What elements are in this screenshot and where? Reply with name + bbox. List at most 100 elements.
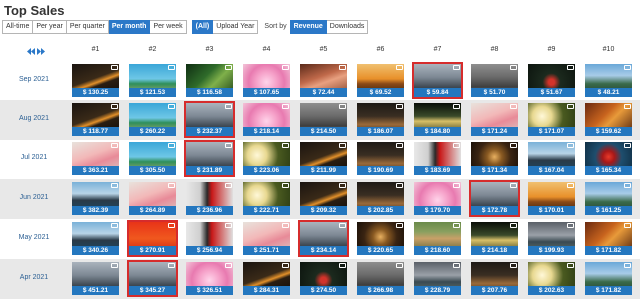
media-type-icon <box>111 143 118 148</box>
sale-thumbnail[interactable]: $ 107.65 <box>241 62 292 99</box>
upload-year-button[interactable]: Upload Year <box>213 19 259 34</box>
sale-thumbnail[interactable]: $ 274.50 <box>298 260 349 297</box>
sale-thumbnail[interactable]: $ 326.51 <box>184 260 235 297</box>
sale-thumbnail[interactable]: $ 451.21 <box>70 260 121 297</box>
sale-thumbnail[interactable]: $ 183.69 <box>412 140 463 177</box>
revenue-label: $ 159.62 <box>585 127 632 136</box>
revenue-label: $ 165.34 <box>585 166 632 175</box>
sale-thumbnail[interactable]: $ 231.89 <box>184 140 235 177</box>
sale-thumbnail[interactable]: $ 214.18 <box>469 220 520 257</box>
sale-thumbnail[interactable]: $ 270.91 <box>127 220 178 257</box>
sale-thumbnail[interactable]: $ 190.69 <box>355 140 406 177</box>
sale-thumbnail[interactable]: $ 167.04 <box>526 140 577 177</box>
sale-thumbnail[interactable]: $ 218.60 <box>412 220 463 257</box>
period-per-year-button[interactable]: Per year <box>33 19 67 34</box>
sale-thumbnail[interactable]: $ 228.79 <box>412 260 463 297</box>
period-per-quarter-button[interactable]: Per quarter <box>66 19 109 34</box>
sale-thumbnail[interactable]: $ 305.50 <box>127 140 178 177</box>
sort-revenue-button[interactable]: Revenue <box>289 19 327 34</box>
rank-header-10: #10 <box>602 46 615 53</box>
sale-thumbnail[interactable]: $ 59.84 <box>412 62 463 99</box>
rank-header-7: #7 <box>433 46 442 53</box>
sale-thumbnail[interactable]: $ 184.80 <box>412 101 463 138</box>
media-type-icon <box>624 183 631 188</box>
sort-downloads-button[interactable]: Downloads <box>326 19 369 34</box>
revenue-label: $ 186.07 <box>357 127 404 136</box>
media-type-icon <box>282 263 289 268</box>
revenue-label: $ 48.21 <box>585 88 632 97</box>
sale-thumbnail[interactable]: $ 251.71 <box>241 220 292 257</box>
sale-thumbnail[interactable]: $ 284.31 <box>241 260 292 297</box>
revenue-label: $ 190.69 <box>357 166 404 175</box>
revenue-label: $ 345.27 <box>129 286 176 295</box>
revenue-label: $ 199.93 <box>528 246 575 255</box>
sale-thumbnail[interactable]: $ 130.25 <box>70 62 121 99</box>
media-type-icon <box>396 104 403 109</box>
sale-thumbnail[interactable]: $ 382.39 <box>70 180 121 217</box>
sale-thumbnail[interactable]: $ 214.50 <box>298 101 349 138</box>
period-per-week-button[interactable]: Per week <box>150 19 187 34</box>
sale-thumbnail[interactable]: $ 264.89 <box>127 180 178 217</box>
sale-thumbnail[interactable]: $ 211.99 <box>298 140 349 177</box>
sale-thumbnail[interactable]: $ 48.21 <box>583 62 634 99</box>
period-per-month-button[interactable]: Per month <box>108 19 151 34</box>
sale-thumbnail[interactable]: $ 69.52 <box>355 62 406 99</box>
sale-thumbnail[interactable]: $ 72.44 <box>298 62 349 99</box>
sale-thumbnail[interactable]: $ 121.53 <box>127 62 178 99</box>
sale-thumbnail[interactable]: $ 159.62 <box>583 101 634 138</box>
sale-thumbnail[interactable]: $ 202.85 <box>355 180 406 217</box>
revenue-label: $ 228.79 <box>414 286 461 295</box>
sale-thumbnail[interactable]: $ 161.25 <box>583 180 634 217</box>
media-type-icon <box>168 143 175 148</box>
sale-thumbnail[interactable]: $ 51.67 <box>526 62 577 99</box>
sale-thumbnail[interactable]: $ 220.65 <box>355 220 406 257</box>
sale-thumbnail[interactable]: $ 199.93 <box>526 220 577 257</box>
sale-thumbnail[interactable]: $ 218.14 <box>241 101 292 138</box>
sale-thumbnail[interactable]: $ 116.58 <box>184 62 235 99</box>
sale-thumbnail[interactable]: $ 202.63 <box>526 260 577 297</box>
media-type-icon <box>453 223 460 228</box>
sale-thumbnail[interactable]: $ 171.82 <box>583 260 634 297</box>
sale-thumbnail[interactable]: $ 340.26 <box>70 220 121 257</box>
sale-thumbnail[interactable]: $ 171.34 <box>469 140 520 177</box>
media-type-icon <box>624 223 631 228</box>
sale-thumbnail[interactable]: $ 118.77 <box>70 101 121 138</box>
sale-thumbnail[interactable]: $ 207.76 <box>469 260 520 297</box>
sale-thumbnail[interactable]: $ 179.70 <box>412 180 463 217</box>
revenue-label: $ 218.60 <box>414 246 461 255</box>
year-all-button[interactable]: (All) <box>191 19 214 34</box>
sale-thumbnail[interactable]: $ 363.21 <box>70 140 121 177</box>
sale-thumbnail[interactable]: $ 170.01 <box>526 180 577 217</box>
sale-thumbnail[interactable]: $ 186.07 <box>355 101 406 138</box>
sale-thumbnail[interactable]: $ 223.06 <box>241 140 292 177</box>
sale-thumbnail[interactable]: $ 172.78 <box>469 180 520 217</box>
sale-thumbnail[interactable]: $ 232.37 <box>184 101 235 138</box>
revenue-label: $ 264.89 <box>129 206 176 215</box>
revenue-label: $ 270.91 <box>129 246 176 255</box>
sale-thumbnail[interactable]: $ 171.82 <box>583 220 634 257</box>
sale-thumbnail[interactable]: $ 222.71 <box>241 180 292 217</box>
sale-thumbnail[interactable]: $ 171.07 <box>526 101 577 138</box>
next-page-icon[interactable] <box>37 48 45 55</box>
previous-page-icon[interactable] <box>27 48 35 55</box>
media-type-icon <box>225 143 232 148</box>
revenue-label: $ 171.34 <box>471 166 518 175</box>
media-type-icon <box>567 143 574 148</box>
media-type-icon <box>567 183 574 188</box>
sale-thumbnail[interactable]: $ 234.14 <box>298 220 349 257</box>
sale-thumbnail[interactable]: $ 260.22 <box>127 101 178 138</box>
sale-thumbnail[interactable]: $ 256.94 <box>184 220 235 257</box>
sale-thumbnail[interactable]: $ 51.70 <box>469 62 520 99</box>
media-type-icon <box>168 223 175 228</box>
sale-thumbnail[interactable]: $ 345.27 <box>127 260 178 297</box>
sale-thumbnail[interactable]: $ 171.24 <box>469 101 520 138</box>
sale-thumbnail[interactable]: $ 236.96 <box>184 180 235 217</box>
sale-thumbnail[interactable]: $ 165.34 <box>583 140 634 177</box>
revenue-label: $ 170.01 <box>528 206 575 215</box>
media-type-icon <box>396 65 403 70</box>
sale-thumbnail[interactable]: $ 209.32 <box>298 180 349 217</box>
sale-thumbnail[interactable]: $ 266.98 <box>355 260 406 297</box>
media-type-icon <box>510 263 517 268</box>
period-all-time-button[interactable]: All-time <box>2 19 34 34</box>
revenue-label: $ 130.25 <box>72 88 119 97</box>
